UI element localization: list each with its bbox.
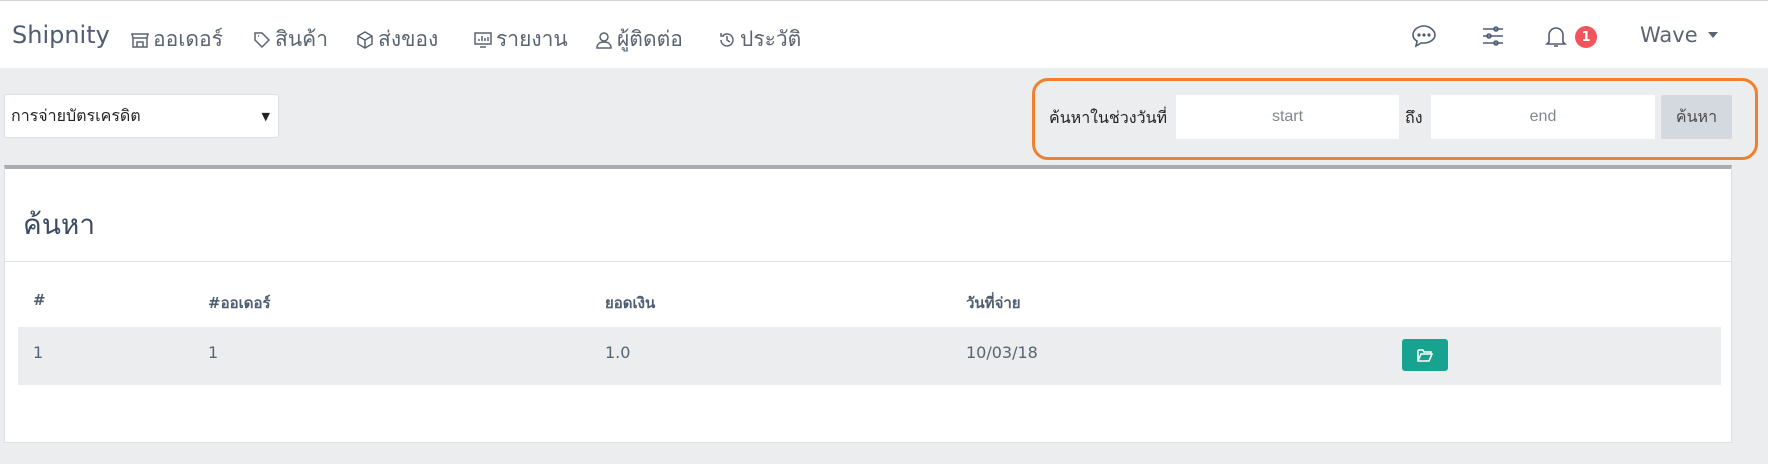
tags-icon	[254, 31, 271, 48]
user-menu[interactable]: Wave	[1640, 23, 1718, 47]
nav-reports-label: รายงาน	[496, 27, 568, 51]
cell-date: 10/03/18	[966, 343, 1038, 362]
box-icon	[357, 30, 373, 49]
column-header: #ออเดอร์	[208, 294, 271, 312]
payment-type-select[interactable]: การจ่ายบัตรเครดิต ▼	[4, 94, 279, 138]
open-button[interactable]	[1402, 339, 1448, 371]
results-card: ค้นหา # #ออเดอร์ ยอดเงิน วันที่จ่าย 1 1 …	[4, 165, 1732, 443]
chat-button[interactable]	[1411, 23, 1437, 53]
nav-reports[interactable]: รายงาน	[474, 23, 568, 56]
nav-shipping-label: ส่งของ	[378, 27, 439, 51]
chat-icon	[1412, 25, 1436, 48]
nav-contacts[interactable]: ผู้ติดต่อ	[595, 23, 683, 56]
sliders-icon	[1483, 26, 1503, 46]
nav-orders-label: ออเดอร์	[153, 27, 223, 51]
bell-icon	[1545, 27, 1567, 47]
column-header: วันที่จ่าย	[966, 294, 1021, 312]
search-button[interactable]: ค้นหา	[1661, 95, 1732, 139]
card-title: ค้นหา	[23, 208, 96, 241]
nav-products[interactable]: สินค้า	[253, 23, 328, 56]
user-name: Wave	[1640, 23, 1698, 47]
caret-down-icon	[1707, 32, 1718, 38]
column-header: #	[33, 291, 46, 309]
nav-shipping[interactable]: ส่งของ	[356, 23, 438, 56]
date-range-label: ค้นหาในช่วงวันที่	[1049, 108, 1168, 127]
cell-amount: 1.0	[605, 343, 631, 362]
nav-contacts-label: ผู้ติดต่อ	[617, 27, 683, 51]
cell-no: 1	[33, 343, 44, 362]
settings-button[interactable]	[1480, 23, 1506, 53]
dropdown-arrow-icon: ▼	[261, 109, 270, 123]
nav-products-label: สินค้า	[275, 27, 329, 51]
notification-badge: 1	[1575, 26, 1597, 48]
table-row	[18, 327, 1721, 385]
history-icon	[720, 32, 734, 47]
brand-logo[interactable]: Shipnity	[12, 21, 110, 49]
chart-icon	[474, 31, 492, 48]
divider	[5, 261, 1731, 262]
payment-type-value: การจ่ายบัตรเครดิต	[11, 105, 141, 125]
end-date-input[interactable]	[1431, 95, 1655, 139]
top-navbar: Shipnity ออเดอร์ สินค้า ส่งของ รายงาน ผู…	[0, 0, 1768, 68]
user-icon	[596, 31, 612, 49]
nav-history[interactable]: ประวัติ	[718, 23, 801, 56]
notifications-button[interactable]	[1543, 23, 1569, 53]
start-date-input[interactable]	[1176, 95, 1399, 139]
cell-order: 1	[208, 343, 219, 362]
nav-history-label: ประวัติ	[740, 27, 802, 51]
nav-orders[interactable]: ออเดอร์	[131, 23, 223, 56]
folder-open-icon	[1417, 349, 1433, 362]
column-header: ยอดเงิน	[605, 294, 656, 312]
to-label: ถึง	[1405, 108, 1423, 127]
store-icon	[131, 32, 149, 48]
